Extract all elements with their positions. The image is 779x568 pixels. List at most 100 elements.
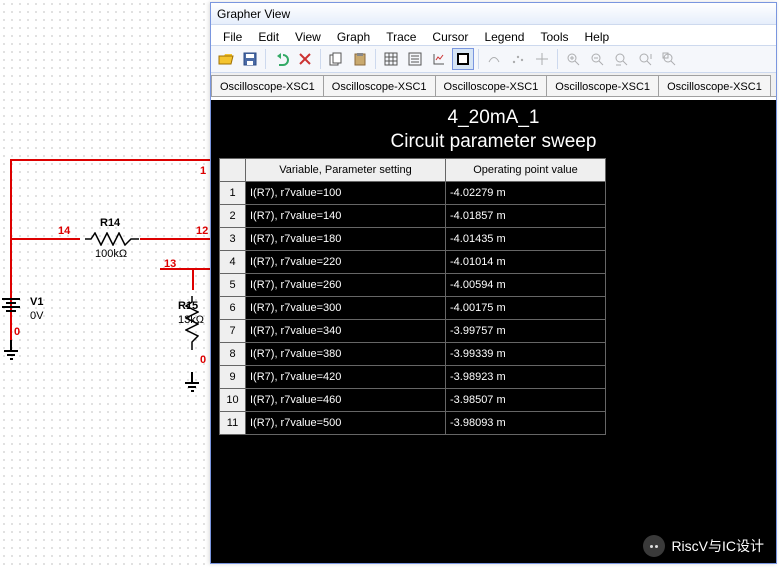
menu-graph[interactable]: Graph <box>329 27 378 43</box>
tab-xsc1-5[interactable]: Oscilloscope-XSC1 <box>658 75 771 97</box>
table-row[interactable]: 9I(R7), r7value=420-3.98923 m <box>220 365 606 388</box>
cell-variable[interactable]: I(R7), r7value=460 <box>246 388 446 411</box>
save-icon[interactable] <box>239 48 261 70</box>
open-icon[interactable] <box>215 48 237 70</box>
table-row[interactable]: 2I(R7), r7value=140-4.01857 m <box>220 204 606 227</box>
row-number[interactable]: 9 <box>220 365 246 388</box>
cell-value[interactable]: -3.98923 m <box>446 365 606 388</box>
chart-area: 4_20mA_1 Circuit parameter sweep Variabl… <box>211 100 776 563</box>
net-13: 13 <box>164 258 176 270</box>
cell-variable[interactable]: I(R7), r7value=380 <box>246 342 446 365</box>
row-number[interactable]: 6 <box>220 296 246 319</box>
paste-icon[interactable] <box>349 48 371 70</box>
row-number[interactable]: 10 <box>220 388 246 411</box>
zoom-fit-icon[interactable] <box>658 48 680 70</box>
delete-icon[interactable] <box>294 48 316 70</box>
cell-value[interactable]: -3.99757 m <box>446 319 606 342</box>
col-header-value[interactable]: Operating point value <box>446 158 606 181</box>
menu-file[interactable]: File <box>215 27 250 43</box>
cell-variable[interactable]: I(R7), r7value=140 <box>246 204 446 227</box>
cell-variable[interactable]: I(R7), r7value=260 <box>246 273 446 296</box>
r15-value: 13kΩ <box>178 314 204 326</box>
chart-title: 4_20mA_1 Circuit parameter sweep <box>211 100 776 154</box>
window-title: Grapher View <box>211 3 776 25</box>
menu-edit[interactable]: Edit <box>250 27 287 43</box>
scatter-icon[interactable] <box>507 48 529 70</box>
row-number[interactable]: 8 <box>220 342 246 365</box>
menu-view[interactable]: View <box>287 27 329 43</box>
net-1: 1 <box>200 165 206 177</box>
table-row[interactable]: 6I(R7), r7value=300-4.00175 m <box>220 296 606 319</box>
row-number[interactable]: 7 <box>220 319 246 342</box>
copy-icon[interactable] <box>325 48 347 70</box>
table-row[interactable]: 10I(R7), r7value=460-3.98507 m <box>220 388 606 411</box>
grid-icon[interactable] <box>380 48 402 70</box>
v1-value: 0V <box>30 310 43 322</box>
cell-value[interactable]: -3.99339 m <box>446 342 606 365</box>
cell-variable[interactable]: I(R7), r7value=220 <box>246 250 446 273</box>
cell-value[interactable]: -3.98093 m <box>446 411 606 434</box>
watermark: RiscV与IC设计 <box>643 535 764 557</box>
r14-value: 100kΩ <box>95 248 127 260</box>
menu-tools[interactable]: Tools <box>532 27 576 43</box>
watermark-text: RiscV与IC设计 <box>671 536 764 556</box>
menu-cursor[interactable]: Cursor <box>424 27 476 43</box>
cell-variable[interactable]: I(R7), r7value=300 <box>246 296 446 319</box>
tab-xsc1-1[interactable]: Oscilloscope-XSC1 <box>211 75 324 97</box>
axes-icon[interactable] <box>428 48 450 70</box>
line-icon[interactable] <box>483 48 505 70</box>
row-number[interactable]: 3 <box>220 227 246 250</box>
black-bg-icon[interactable] <box>452 48 474 70</box>
tab-xsc1-3[interactable]: Oscilloscope-XSC1 <box>435 75 548 97</box>
grapher-window: Grapher View File Edit View Graph Trace … <box>210 2 777 564</box>
cell-value[interactable]: -3.98507 m <box>446 388 606 411</box>
zoom-x-icon[interactable] <box>610 48 632 70</box>
r15-name: R15 <box>178 300 198 312</box>
cell-value[interactable]: -4.01857 m <box>446 204 606 227</box>
cell-variable[interactable]: I(R7), r7value=180 <box>246 227 446 250</box>
toolbar <box>211 45 776 73</box>
cell-value[interactable]: -4.00594 m <box>446 273 606 296</box>
cell-variable[interactable]: I(R7), r7value=500 <box>246 411 446 434</box>
schematic-canvas: V1 0V R14 100kΩ R15 13kΩ 14 12 13 1 0 0 <box>0 0 210 568</box>
cell-variable[interactable]: I(R7), r7value=340 <box>246 319 446 342</box>
row-number[interactable]: 4 <box>220 250 246 273</box>
net-0a: 0 <box>14 326 20 338</box>
zoom-out-icon[interactable] <box>586 48 608 70</box>
cell-value[interactable]: -4.02279 m <box>446 181 606 204</box>
table-row[interactable]: 7I(R7), r7value=340-3.99757 m <box>220 319 606 342</box>
row-number[interactable]: 2 <box>220 204 246 227</box>
undo-icon[interactable] <box>270 48 292 70</box>
tab-xsc1-4[interactable]: Oscilloscope-XSC1 <box>546 75 659 97</box>
menu-trace[interactable]: Trace <box>378 27 424 43</box>
cell-value[interactable]: -4.01435 m <box>446 227 606 250</box>
table-row[interactable]: 5I(R7), r7value=260-4.00594 m <box>220 273 606 296</box>
wechat-icon <box>643 535 665 557</box>
cell-value[interactable]: -4.01014 m <box>446 250 606 273</box>
table-row[interactable]: 3I(R7), r7value=180-4.01435 m <box>220 227 606 250</box>
table-row[interactable]: 11I(R7), r7value=500-3.98093 m <box>220 411 606 434</box>
result-table: Variable, Parameter setting Operating po… <box>219 158 606 435</box>
row-number[interactable]: 5 <box>220 273 246 296</box>
table-row[interactable]: 4I(R7), r7value=220-4.01014 m <box>220 250 606 273</box>
zoom-in-icon[interactable] <box>562 48 584 70</box>
row-number[interactable]: 1 <box>220 181 246 204</box>
menubar: File Edit View Graph Trace Cursor Legend… <box>211 25 776 45</box>
menu-help[interactable]: Help <box>577 27 618 43</box>
col-header-variable[interactable]: Variable, Parameter setting <box>246 158 446 181</box>
menu-legend[interactable]: Legend <box>476 27 532 43</box>
cell-value[interactable]: -4.00175 m <box>446 296 606 319</box>
zoom-y-icon[interactable] <box>634 48 656 70</box>
r14-name: R14 <box>100 217 120 229</box>
table-row[interactable]: 8I(R7), r7value=380-3.99339 m <box>220 342 606 365</box>
tab-xsc1-2[interactable]: Oscilloscope-XSC1 <box>323 75 436 97</box>
cell-variable[interactable]: I(R7), r7value=420 <box>246 365 446 388</box>
table-corner[interactable] <box>220 158 246 181</box>
cursor-icon[interactable] <box>531 48 553 70</box>
row-number[interactable]: 11 <box>220 411 246 434</box>
net-12: 12 <box>196 225 208 237</box>
table-row[interactable]: 1I(R7), r7value=100-4.02279 m <box>220 181 606 204</box>
cell-variable[interactable]: I(R7), r7value=100 <box>246 181 446 204</box>
net-0b: 0 <box>200 354 206 366</box>
legend-icon[interactable] <box>404 48 426 70</box>
